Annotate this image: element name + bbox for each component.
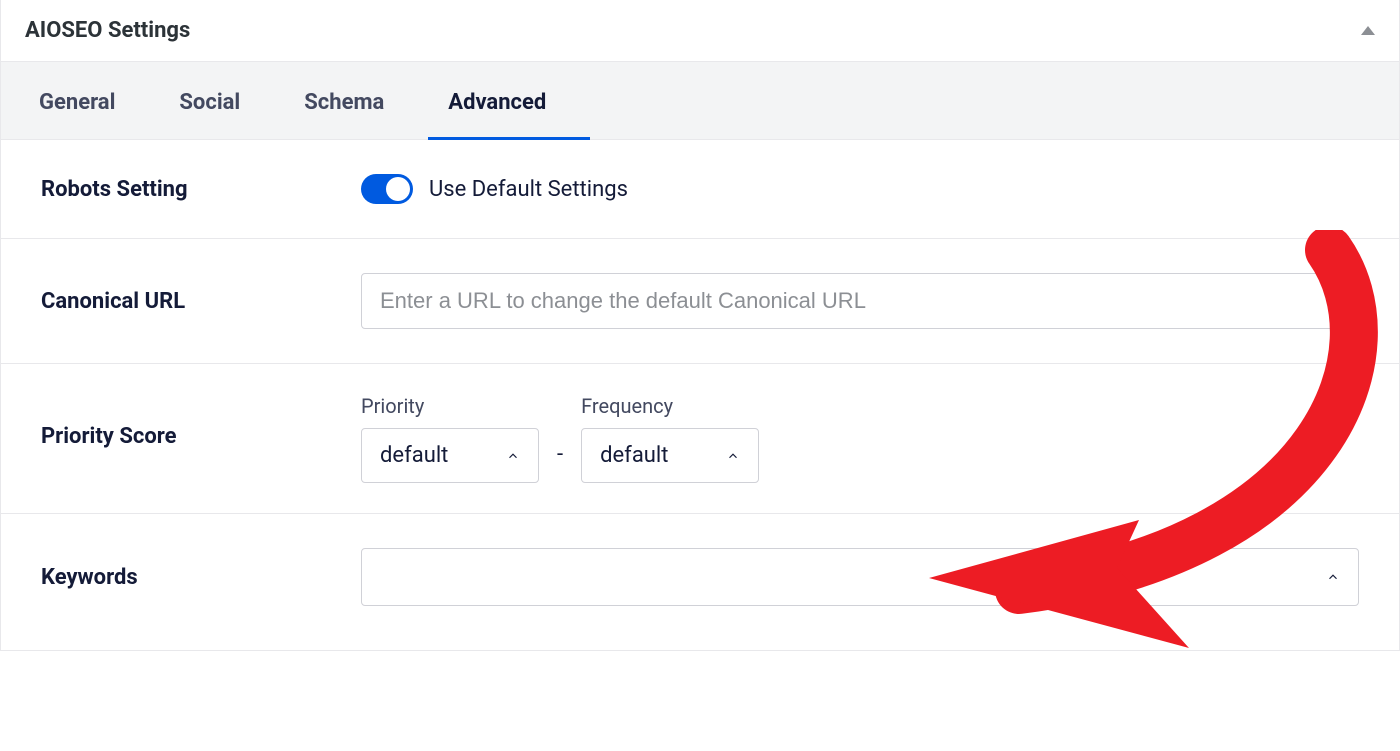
chevron-up-icon <box>726 449 740 463</box>
tab-body-advanced: Robots Setting Use Default Settings Cano… <box>1 140 1399 650</box>
tab-social[interactable]: Social <box>159 62 284 139</box>
chevron-up-icon <box>506 449 520 463</box>
panel-title: AIOSEO Settings <box>25 18 190 43</box>
frequency-select[interactable]: default <box>581 428 759 483</box>
tab-advanced[interactable]: Advanced <box>428 62 590 139</box>
row-priority-score: Priority Score Priority default - Freque… <box>1 364 1399 514</box>
collapse-up-icon[interactable] <box>1361 26 1375 35</box>
priority-score-label: Priority Score <box>41 394 341 449</box>
row-keywords: Keywords <box>1 514 1399 640</box>
priority-select[interactable]: default <box>361 428 539 483</box>
toggle-knob <box>386 177 410 201</box>
tab-schema[interactable]: Schema <box>284 62 428 139</box>
frequency-field-group: Frequency default <box>581 394 759 483</box>
frequency-caption: Frequency <box>581 394 759 418</box>
priority-field-group: Priority default <box>361 394 539 483</box>
row-canonical-url: Canonical URL <box>1 239 1399 364</box>
panel-header[interactable]: AIOSEO Settings <box>1 0 1399 62</box>
robots-toggle-label: Use Default Settings <box>429 177 628 202</box>
priority-separator: - <box>555 442 565 467</box>
keywords-select[interactable] <box>361 548 1359 606</box>
canonical-url-label: Canonical URL <box>41 289 341 314</box>
priority-select-value: default <box>380 443 448 468</box>
tab-general[interactable]: General <box>19 62 159 139</box>
aioseo-settings-panel: AIOSEO Settings General Social Schema Ad… <box>0 0 1400 651</box>
keywords-label: Keywords <box>41 565 341 590</box>
frequency-select-value: default <box>600 443 668 468</box>
chevron-up-icon <box>1326 570 1340 584</box>
row-robots-setting: Robots Setting Use Default Settings <box>1 140 1399 239</box>
tabs-bar: General Social Schema Advanced <box>1 62 1399 140</box>
robots-default-toggle[interactable] <box>361 174 413 204</box>
robots-setting-label: Robots Setting <box>41 177 341 202</box>
priority-caption: Priority <box>361 394 539 418</box>
canonical-url-input[interactable] <box>361 273 1359 329</box>
